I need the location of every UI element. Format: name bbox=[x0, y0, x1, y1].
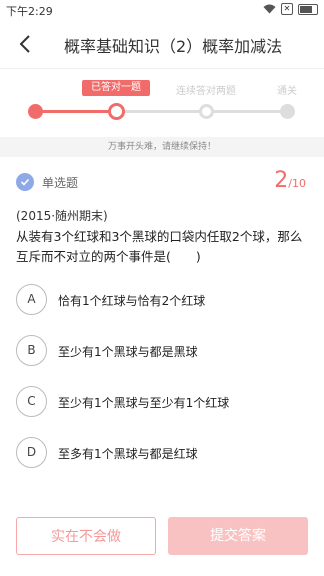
nav-bar: 概率基础知识（2）概率加减法 bbox=[0, 20, 324, 68]
option-letter: B bbox=[16, 335, 47, 366]
progress-track-done bbox=[36, 110, 116, 113]
question-counter: 2/10 bbox=[274, 168, 306, 193]
option-text: 恰有1个红球与恰有2个红球 bbox=[58, 294, 206, 308]
question-type: 单选题 bbox=[16, 172, 78, 192]
encouragement-hint: 万事开头难，请继续保持！ bbox=[0, 137, 324, 157]
page-title: 概率基础知识（2）概率加减法 bbox=[64, 37, 283, 56]
question-total: /10 bbox=[288, 177, 306, 190]
step-label-clear: 通关 bbox=[277, 86, 297, 97]
status-icons: ✕ bbox=[263, 3, 318, 15]
submit-answer-button[interactable]: 提交答案 bbox=[168, 517, 308, 555]
battery-icon bbox=[298, 3, 318, 15]
option-c[interactable]: C 至少有1个黑球与至少有1个红球 bbox=[16, 385, 306, 419]
option-a[interactable]: A 恰有1个红球与恰有2个红球 bbox=[16, 283, 306, 317]
progress-node-next bbox=[199, 104, 214, 119]
status-bar: 下午2:29 ✕ bbox=[0, 0, 324, 20]
wifi-icon bbox=[263, 4, 276, 14]
progress-node-start bbox=[28, 104, 43, 119]
step-label-two-in-a-row: 连续答对两题 bbox=[176, 86, 236, 97]
current-step-badge: 已答对一题 bbox=[82, 80, 150, 96]
option-letter: A bbox=[16, 284, 47, 315]
option-d[interactable]: D 至多有1个黑球与都是红球 bbox=[16, 436, 306, 470]
option-letter: D bbox=[16, 437, 47, 468]
progress-node-finish bbox=[280, 104, 295, 119]
option-text: 至少有1个黑球与都是黑球 bbox=[58, 345, 198, 359]
option-text: 至少有1个黑球与至少有1个红球 bbox=[58, 396, 230, 410]
progress-tracker: 已答对一题 连续答对两题 通关 bbox=[0, 69, 324, 137]
checkmark-icon bbox=[16, 173, 34, 191]
option-b[interactable]: B 至少有1个黑球与都是黑球 bbox=[16, 334, 306, 368]
question-type-label: 单选题 bbox=[42, 175, 79, 190]
option-text: 至多有1个黑球与都是红球 bbox=[58, 447, 198, 461]
option-letter: C bbox=[16, 386, 47, 417]
status-time: 下午2:29 bbox=[6, 5, 53, 18]
chevron-left-icon[interactable] bbox=[16, 32, 36, 56]
notification-icon: ✕ bbox=[281, 3, 293, 15]
progress-node-current bbox=[108, 103, 125, 120]
question-source: (2015·随州期末) bbox=[16, 209, 108, 223]
question-text: 从装有3个红球和3个黑球的口袋内任取2个球，那么互斥而不对立的两个事件是( ) bbox=[16, 229, 303, 264]
give-up-button[interactable]: 实在不会做 bbox=[16, 517, 156, 555]
question-current-number: 2 bbox=[274, 168, 289, 193]
